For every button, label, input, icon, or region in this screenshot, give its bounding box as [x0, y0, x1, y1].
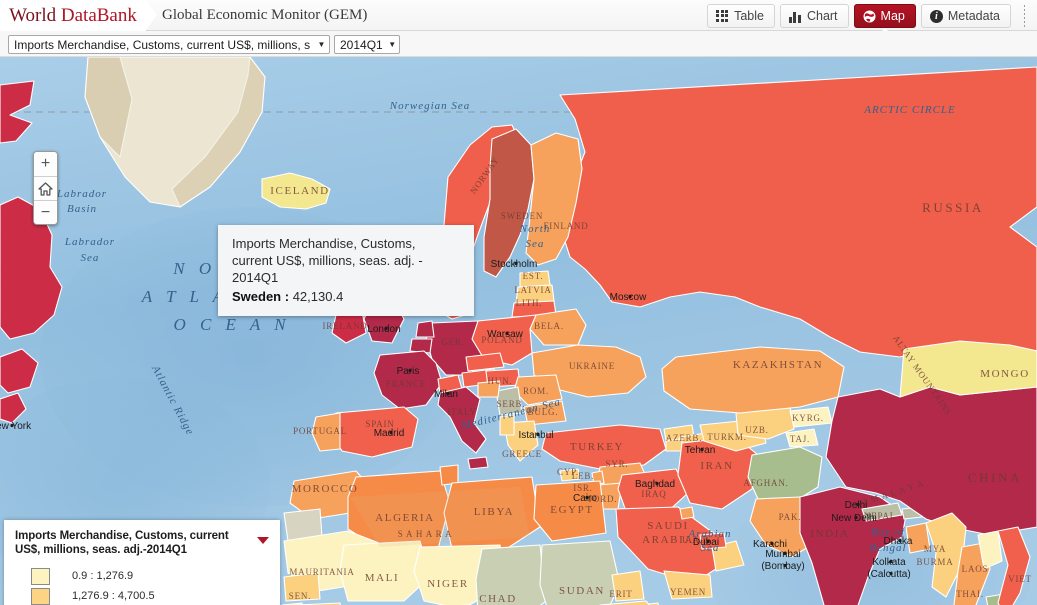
tab-chart[interactable]: Chart: [779, 4, 849, 28]
city-dot: [889, 559, 893, 564]
country-kyrgyzstan: [789, 406, 833, 428]
table-icon: [716, 9, 729, 23]
legend-title: Imports Merchandise, Customs, current US…: [15, 530, 229, 556]
country-kuwait: [679, 506, 695, 520]
country-croatia: [477, 380, 501, 398]
tab-map-label: Map: [880, 9, 905, 23]
country-senegal: [283, 572, 321, 602]
city-dot: [408, 368, 412, 373]
tab-table-label: Table: [734, 9, 764, 23]
tab-metadata-label: Metadata: [947, 9, 1000, 23]
country-uae: [699, 532, 727, 550]
city-dot: [628, 294, 632, 299]
country-chad: [475, 544, 547, 605]
city-dot: [446, 391, 450, 396]
panel-resize-handle[interactable]: [1024, 5, 1025, 27]
city-dot: [898, 538, 902, 543]
country-mongolia: [899, 340, 1037, 398]
chevron-down-icon: ▼: [317, 39, 326, 49]
city-dot: [536, 432, 540, 437]
city-dot: [514, 261, 518, 266]
choropleth-map[interactable]: ICELAND RUSSIA SWEDEN FINLAND NORWAY IRELAND G…: [0, 57, 1037, 605]
legend-color-swatch: [31, 567, 50, 585]
country-serbia: [495, 386, 523, 416]
chevron-down-icon[interactable]: [257, 537, 269, 544]
top-header-bar: World DataBank Global Economic Monitor (…: [0, 0, 1037, 36]
city-dot: [700, 447, 704, 452]
indicator-select[interactable]: Imports Merchandise, Customs, current US…: [8, 35, 330, 54]
country-sicily: [467, 456, 489, 470]
tab-chart-label: Chart: [806, 9, 838, 23]
country-kazakhstan: [661, 346, 845, 414]
view-mode-tabs: Table Chart Map i Metadata: [707, 4, 1011, 36]
indicator-select-value: Imports Merchandise, Customs, current US…: [14, 37, 311, 52]
zoom-in-button[interactable]: +: [34, 152, 57, 176]
legend-row: 0.9 : 1,276.9: [15, 566, 270, 586]
country-estonia: [519, 270, 551, 288]
country-tunisia: [439, 464, 459, 486]
country-albania: [499, 414, 515, 436]
city-dot: [706, 539, 710, 544]
home-icon: [38, 181, 53, 196]
globe-icon: [863, 10, 876, 23]
brand-word-world: World: [9, 5, 61, 26]
period-select-value: 2014Q1: [340, 37, 383, 52]
city-dot: [770, 541, 774, 546]
tab-metadata[interactable]: i Metadata: [920, 4, 1011, 28]
city-dot: [585, 495, 589, 500]
city-dot: [854, 515, 858, 520]
city-dot: [655, 481, 659, 486]
city-dot: [889, 571, 893, 576]
brand-word-databank: DataBank: [60, 5, 137, 26]
city-dot: [783, 563, 787, 568]
country-eritrea: [611, 570, 645, 602]
period-select[interactable]: 2014Q1 ▼: [334, 35, 400, 54]
bar-chart-icon: [788, 10, 802, 23]
city-dot: [389, 430, 393, 435]
tab-map[interactable]: Map: [853, 4, 916, 36]
country-cyprus: [559, 468, 581, 482]
city-dot: [856, 502, 860, 507]
page-title: Global Economic Monitor (GEM): [162, 7, 368, 23]
home-extent-button[interactable]: [34, 176, 57, 200]
city-dot: [384, 326, 388, 331]
tab-table[interactable]: Table: [707, 4, 775, 28]
zoom-out-button[interactable]: −: [34, 200, 57, 224]
country-netherlands: [415, 320, 435, 338]
tooltip-line-1: Imports Merchandise, Customs,: [232, 236, 416, 251]
country-egypt: [533, 480, 607, 542]
map-tooltip: Imports Merchandise, Customs, current US…: [218, 225, 474, 316]
tooltip-country: Sweden :: [232, 289, 290, 304]
brand-logo[interactable]: World DataBank: [0, 0, 157, 31]
chevron-down-icon: ▼: [388, 39, 397, 49]
legend-color-swatch: [31, 587, 50, 605]
country-latvia: [515, 284, 555, 304]
tooltip-line-3: 2014Q1: [232, 270, 279, 285]
map-legend: Imports Merchandise, Customs, current US…: [4, 520, 280, 605]
tooltip-line-2: current US$, millions, seas. adj. -: [232, 253, 423, 268]
legend-items: 0.9 : 1,276.91,276.9 : 4,700.54,700.5 : …: [15, 566, 270, 605]
legend-range-label: 0.9 : 1,276.9: [72, 570, 134, 582]
tooltip-value: 42,130.4: [292, 289, 344, 304]
city-dot: [783, 551, 787, 556]
country-yemen: [663, 570, 713, 600]
city-dot: [505, 331, 509, 336]
map-zoom-controls[interactable]: + −: [33, 151, 58, 225]
legend-range-label: 1,276.9 : 4,700.5: [72, 590, 155, 602]
country-armenia: [665, 438, 683, 452]
selector-bar: Imports Merchandise, Customs, current US…: [0, 31, 1037, 57]
info-icon: i: [929, 9, 943, 23]
legend-row: 1,276.9 : 4,700.5: [15, 586, 270, 605]
city-dot: [10, 423, 14, 428]
country-bangladesh: [905, 522, 931, 554]
tooltip-value-row: Sweden : 42,130.4: [232, 288, 462, 305]
country-sudan: [539, 540, 621, 605]
